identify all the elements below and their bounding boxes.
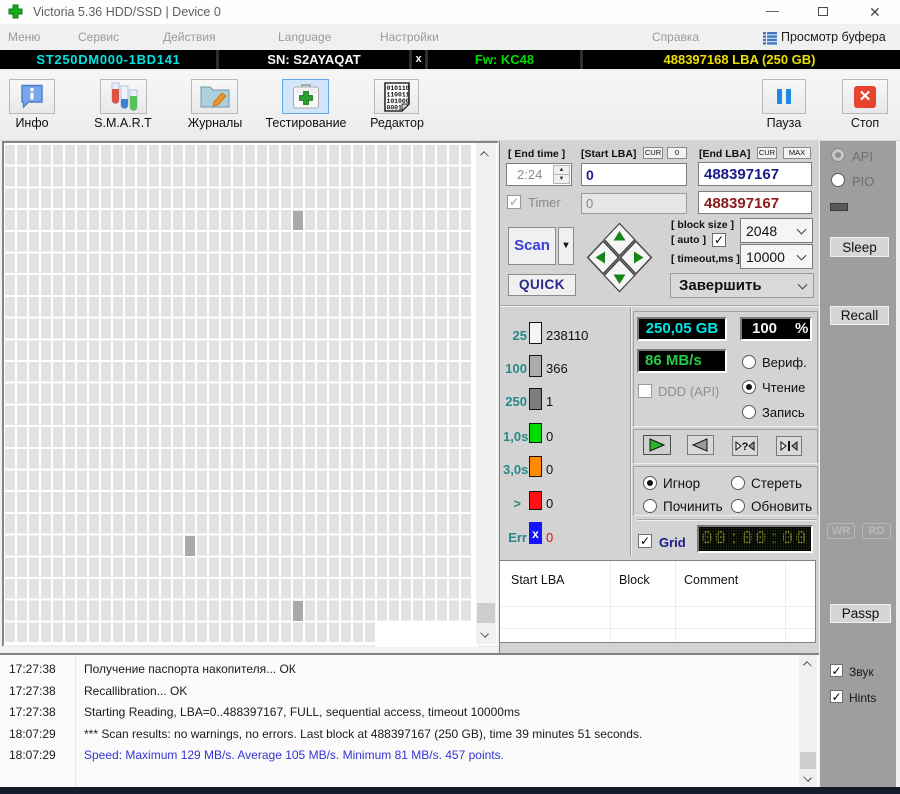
svg-text:?: ? bbox=[742, 441, 749, 453]
svg-text:0001: 0001 bbox=[387, 105, 403, 112]
